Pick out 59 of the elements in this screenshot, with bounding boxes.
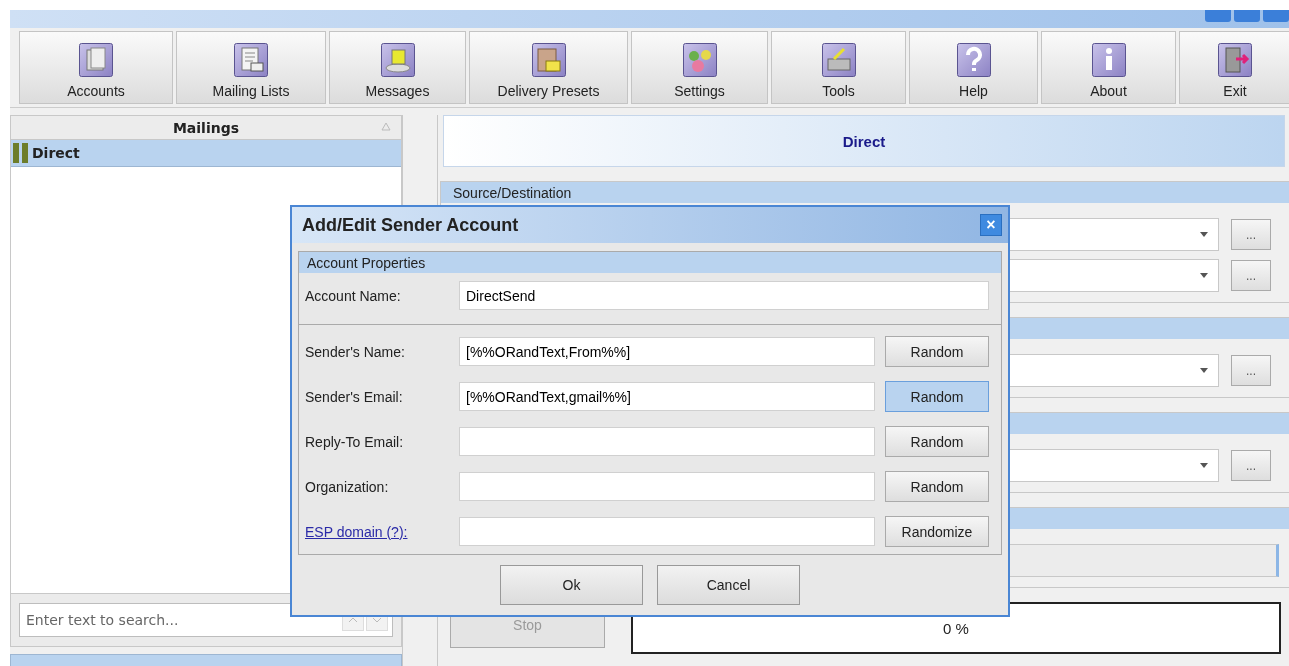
exit-door-icon (1218, 43, 1252, 77)
browse-button[interactable]: ... (1231, 355, 1271, 386)
random-button[interactable]: Random (885, 471, 989, 502)
field-label: Account Name: (305, 287, 402, 304)
close-button[interactable]: × (980, 214, 1002, 236)
pause-bars-icon (13, 143, 29, 163)
question-mark-icon (956, 43, 991, 77)
toolbar-button[interactable]: Settings (631, 31, 768, 104)
input-field[interactable] (459, 472, 875, 501)
list-item-label: Direct (32, 145, 80, 161)
mailing-title: Direct (443, 115, 1285, 167)
package-icon (380, 43, 415, 77)
browse-button[interactable]: ... (1231, 260, 1271, 291)
dropdown-arrow-icon (1200, 273, 1208, 278)
field-label: Sender's Email: (305, 388, 404, 405)
progress-reading: 0 % (943, 619, 969, 637)
dropdown-arrow-icon (1200, 232, 1208, 237)
random-button[interactable]: Random (885, 426, 989, 457)
folder-icon (531, 43, 566, 77)
toolbox-icon (821, 43, 856, 77)
toolbar-button[interactable]: Delivery Presets (469, 31, 628, 104)
dialog-title: Add/Edit Sender Account (302, 214, 519, 236)
field-label: Sender's Name: (305, 343, 406, 360)
field-label: Reply-To Email: (305, 433, 405, 450)
section-header: Source/Destination (441, 182, 1289, 203)
minimize-button[interactable] (1205, 10, 1231, 22)
document-icon (234, 43, 268, 77)
random-button[interactable]: Random (885, 381, 989, 412)
toolbar-button[interactable]: Mailing Lists (176, 31, 326, 104)
account-name-field[interactable]: DirectSend (459, 281, 989, 310)
browse-button[interactable]: ... (1231, 219, 1271, 250)
maximize-button[interactable] (1234, 10, 1260, 22)
dropdown-arrow-icon (1200, 368, 1208, 373)
list-item[interactable]: Direct (11, 140, 401, 167)
server-icon (79, 43, 113, 77)
input-field[interactable] (459, 427, 875, 456)
column-header[interactable]: Mailings (10, 115, 402, 140)
close-button[interactable] (1263, 10, 1289, 22)
input-field[interactable] (459, 517, 875, 546)
input-field[interactable]: [%%ORandText,gmail%%] (459, 382, 875, 411)
dropdown-arrow-icon (1200, 463, 1208, 468)
toolbar-button[interactable]: Tools (771, 31, 906, 104)
help-link[interactable]: ESP domain (?): (305, 523, 449, 540)
field-label: Organization: (305, 478, 390, 495)
toolbar-button[interactable]: About (1041, 31, 1176, 104)
toolbar-button[interactable]: Accounts (19, 31, 173, 104)
toolbar-button[interactable]: Help (909, 31, 1038, 104)
random-button[interactable]: Randomize (885, 516, 989, 547)
dialog-button[interactable]: Ok (500, 565, 643, 605)
info-icon (1091, 43, 1126, 77)
gears-icon (682, 43, 717, 77)
input-field[interactable]: [%%ORandText,From%%] (459, 337, 875, 366)
group-header: Account Properties (299, 252, 1001, 273)
browse-button[interactable]: ... (1231, 450, 1271, 481)
toolbar-button[interactable]: Messages (329, 31, 466, 104)
random-button[interactable]: Random (885, 336, 989, 367)
sort-arrow-icon (381, 122, 391, 131)
toolbar-button[interactable]: Exit (1179, 31, 1289, 104)
dialog-button[interactable]: Cancel (657, 565, 800, 605)
